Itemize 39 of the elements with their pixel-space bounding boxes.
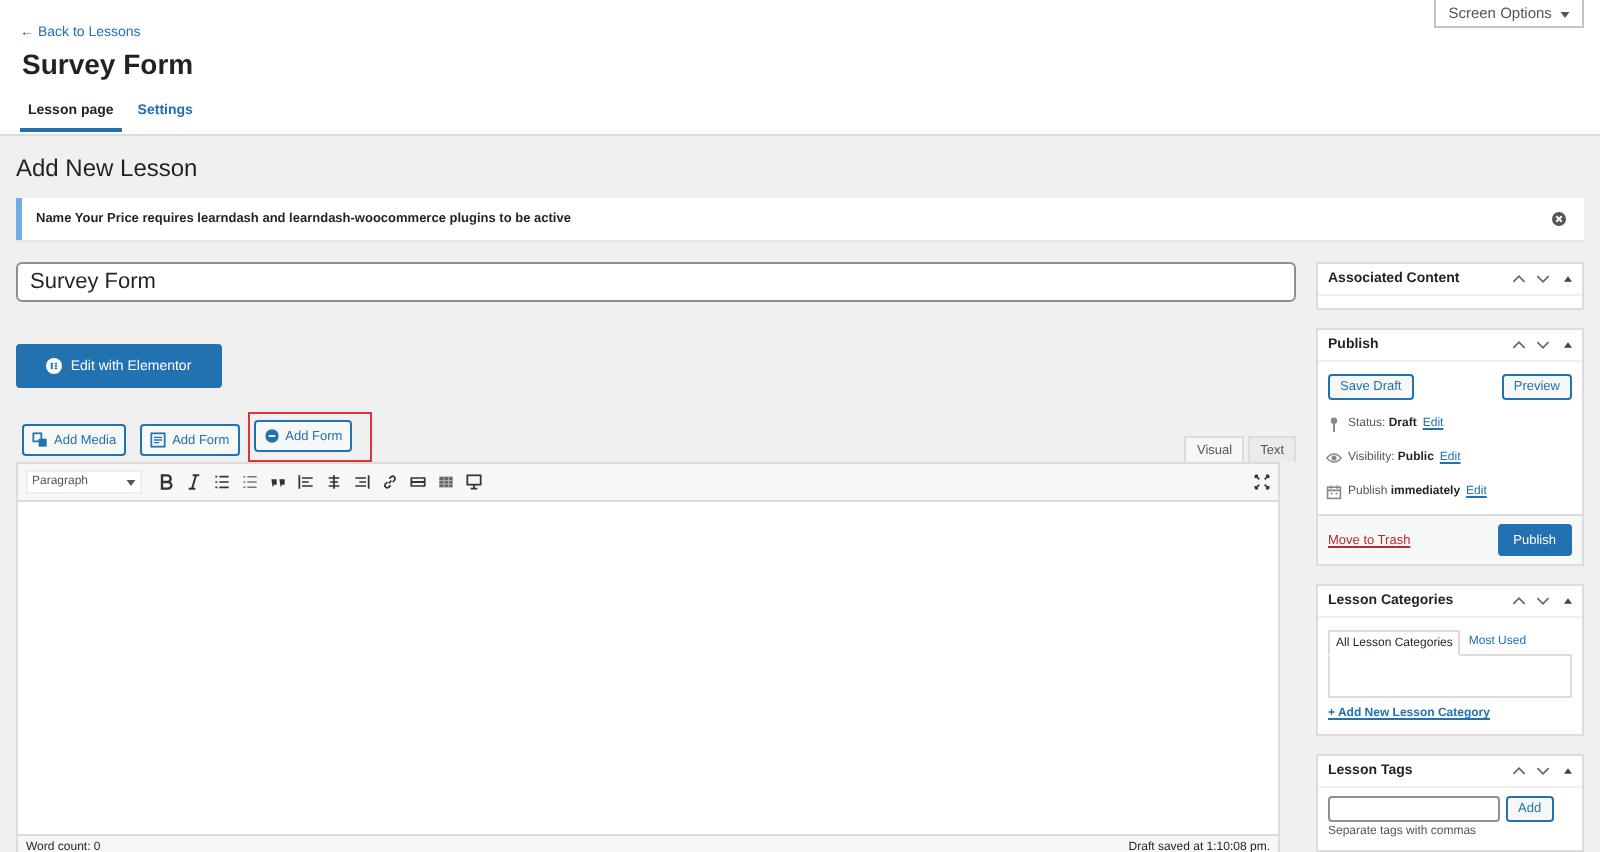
collapse-icon[interactable] [1564,342,1572,348]
collapse-icon[interactable] [1564,276,1572,282]
form-icon [263,428,280,444]
numbered-list-icon[interactable] [242,474,258,490]
move-down-icon[interactable] [1536,340,1550,350]
move-up-icon[interactable] [1512,274,1526,284]
fullscreen-icon[interactable] [1254,474,1270,490]
align-left-icon[interactable] [298,474,314,490]
pin-icon [1326,415,1342,431]
form-icon [150,432,167,448]
section-heading: Add New Lesson [16,154,200,182]
caret-icon [1560,12,1570,18]
bullet-list-icon[interactable] [214,474,230,490]
move-down-icon[interactable] [1536,766,1550,776]
toolbar-toggle-icon[interactable] [410,474,426,490]
caret-icon [126,479,136,485]
media-icon [32,432,48,448]
page-title: Survey Form [22,48,196,80]
link-icon[interactable] [382,474,398,490]
italic-icon[interactable] [186,474,202,490]
eye-icon [1326,449,1342,465]
table-icon[interactable] [438,474,454,490]
collapse-icon[interactable] [1564,598,1572,604]
title-field[interactable]: Survey Form [16,262,1296,302]
tag-input[interactable] [1328,796,1500,822]
bold-icon[interactable] [158,474,174,490]
move-down-icon[interactable] [1536,596,1550,606]
align-center-icon[interactable] [326,474,342,490]
screen-icon[interactable] [466,474,482,490]
quote-icon[interactable] [270,474,286,490]
move-up-icon[interactable] [1512,340,1526,350]
collapse-icon[interactable] [1564,768,1572,774]
dismiss-icon[interactable] [1552,212,1566,226]
move-up-icon[interactable] [1512,596,1526,606]
align-right-icon[interactable] [354,474,370,490]
calendar-icon [1326,483,1342,499]
elementor-icon [46,358,63,374]
move-up-icon[interactable] [1512,766,1526,776]
move-down-icon[interactable] [1536,274,1550,284]
